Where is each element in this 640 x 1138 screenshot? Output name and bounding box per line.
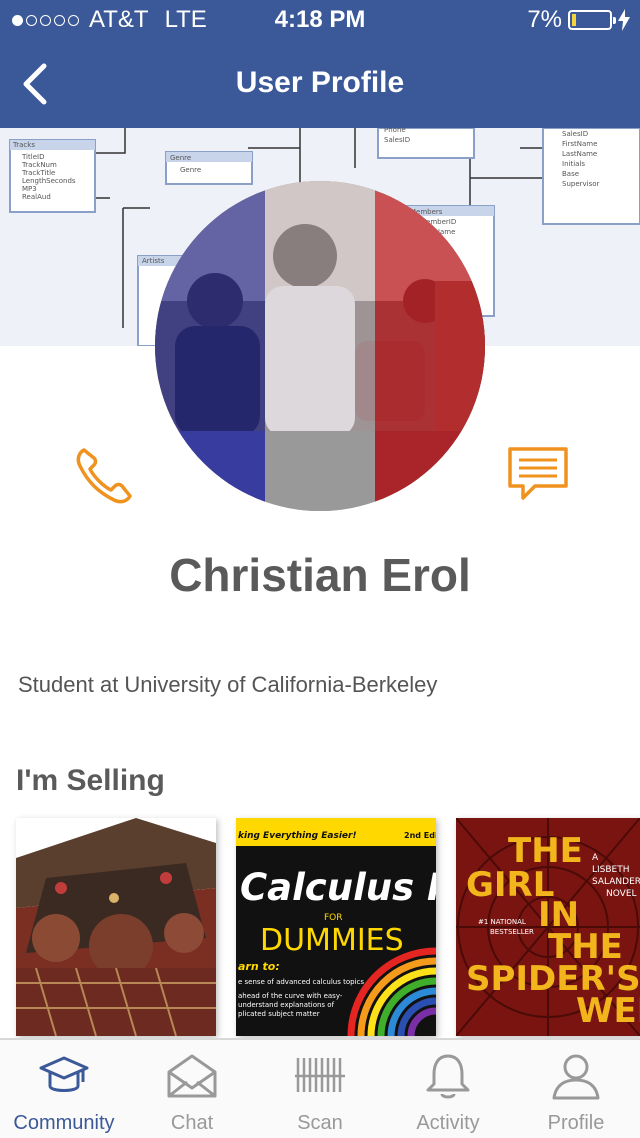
selling-item[interactable]: THE GIRL IN THE SPIDER'S WEB A LISBETH S… [456,818,640,1036]
book-bullet: plicated subject matter [238,1010,320,1018]
status-bar: AT&T LTE 4:18 PM 7% [0,0,640,40]
book-subhead: arn to: [238,960,280,973]
battery-icon [568,10,616,30]
tab-chat[interactable]: Chat [128,1040,256,1138]
book-for: FOR [324,913,343,923]
series-line: A [592,853,599,863]
book-tagline: king Everything Easier! [238,831,357,841]
tab-label: Activity [416,1112,480,1134]
battery-percent: 7% [527,6,562,33]
selling-section-title: I'm Selling [16,764,165,797]
product-image [16,818,216,1036]
phone-icon [76,448,132,504]
book-bullet: e sense of advanced calculus topics [238,978,364,986]
person-icon [552,1054,600,1100]
tab-label: Chat [170,1112,214,1134]
book-cover-image: THE GIRL IN THE SPIDER'S WEB A LISBETH S… [456,818,640,1036]
nav-bar: User Profile [0,40,640,128]
series-line: NOVEL [606,889,637,899]
book-edition: 2nd Edit [404,831,436,840]
bestseller-badge: BESTSELLER [490,928,534,936]
series-line: LISBETH [592,865,630,875]
bestseller-badge: #1 NATIONAL [478,918,526,926]
svg-text:Tracks: Tracks [12,141,35,149]
series-line: SALANDER [592,877,640,887]
tab-activity[interactable]: Activity [384,1040,512,1138]
barcode-icon [295,1058,345,1092]
svg-text:Initials: Initials [562,160,585,168]
book-cover-image: king Everything Easier! 2nd Edit Calculu… [236,818,436,1036]
svg-text:LengthSeconds: LengthSeconds [22,177,76,185]
svg-text:TrackTitle: TrackTitle [21,169,55,177]
selling-item[interactable]: king Everything Easier! 2nd Edit Calculu… [236,818,436,1036]
avatar[interactable] [155,181,485,511]
svg-text:Genre: Genre [180,166,201,174]
svg-text:Base: Base [562,170,579,178]
svg-text:Artists: Artists [142,257,165,265]
svg-text:FirstName: FirstName [562,140,597,148]
call-button[interactable] [72,444,134,506]
graduation-cap-icon [39,1056,89,1092]
page-title: User Profile [235,66,405,99]
svg-text:TrackNum: TrackNum [21,161,57,169]
envelope-icon [167,1054,217,1098]
tab-profile[interactable]: Profile [512,1040,640,1138]
speech-bubble-icon [508,447,568,500]
selling-list: king Everything Easier! 2nd Edit Calculu… [16,818,640,1036]
tab-label: Scan [297,1112,343,1134]
profile-bio: Student at University of California-Berk… [18,672,438,697]
book-title: Calculus II [240,866,436,909]
tab-label: Community [13,1112,115,1134]
profile-name: Christian Erol [169,549,471,601]
svg-text:SalesID: SalesID [384,136,410,144]
tab-scan[interactable]: Scan [256,1040,384,1138]
bell-icon [426,1054,470,1099]
svg-text:RealAud: RealAud [22,193,51,201]
book-bullet: understand explanations of [238,1001,335,1009]
message-button[interactable] [505,444,571,506]
svg-text:Supervisor: Supervisor [562,180,600,188]
tab-label: Profile [547,1112,605,1134]
svg-text:Phone: Phone [384,128,406,134]
selling-item[interactable] [16,818,216,1036]
svg-text:LastName: LastName [562,150,597,158]
charging-bolt-icon [618,9,630,31]
book-title-word: WEB [576,991,640,1031]
svg-text:Genre: Genre [170,154,191,162]
svg-text:SalesID: SalesID [562,130,588,138]
tab-community[interactable]: Community [0,1040,128,1138]
svg-text:TitleID: TitleID [21,153,44,161]
book-brand: DUMMIES [260,923,404,958]
book-bullet: ahead of the curve with easy- [238,992,343,1000]
svg-text:MP3: MP3 [22,185,37,193]
tab-bar: Community Chat Scan Activity Profile [0,1038,640,1138]
